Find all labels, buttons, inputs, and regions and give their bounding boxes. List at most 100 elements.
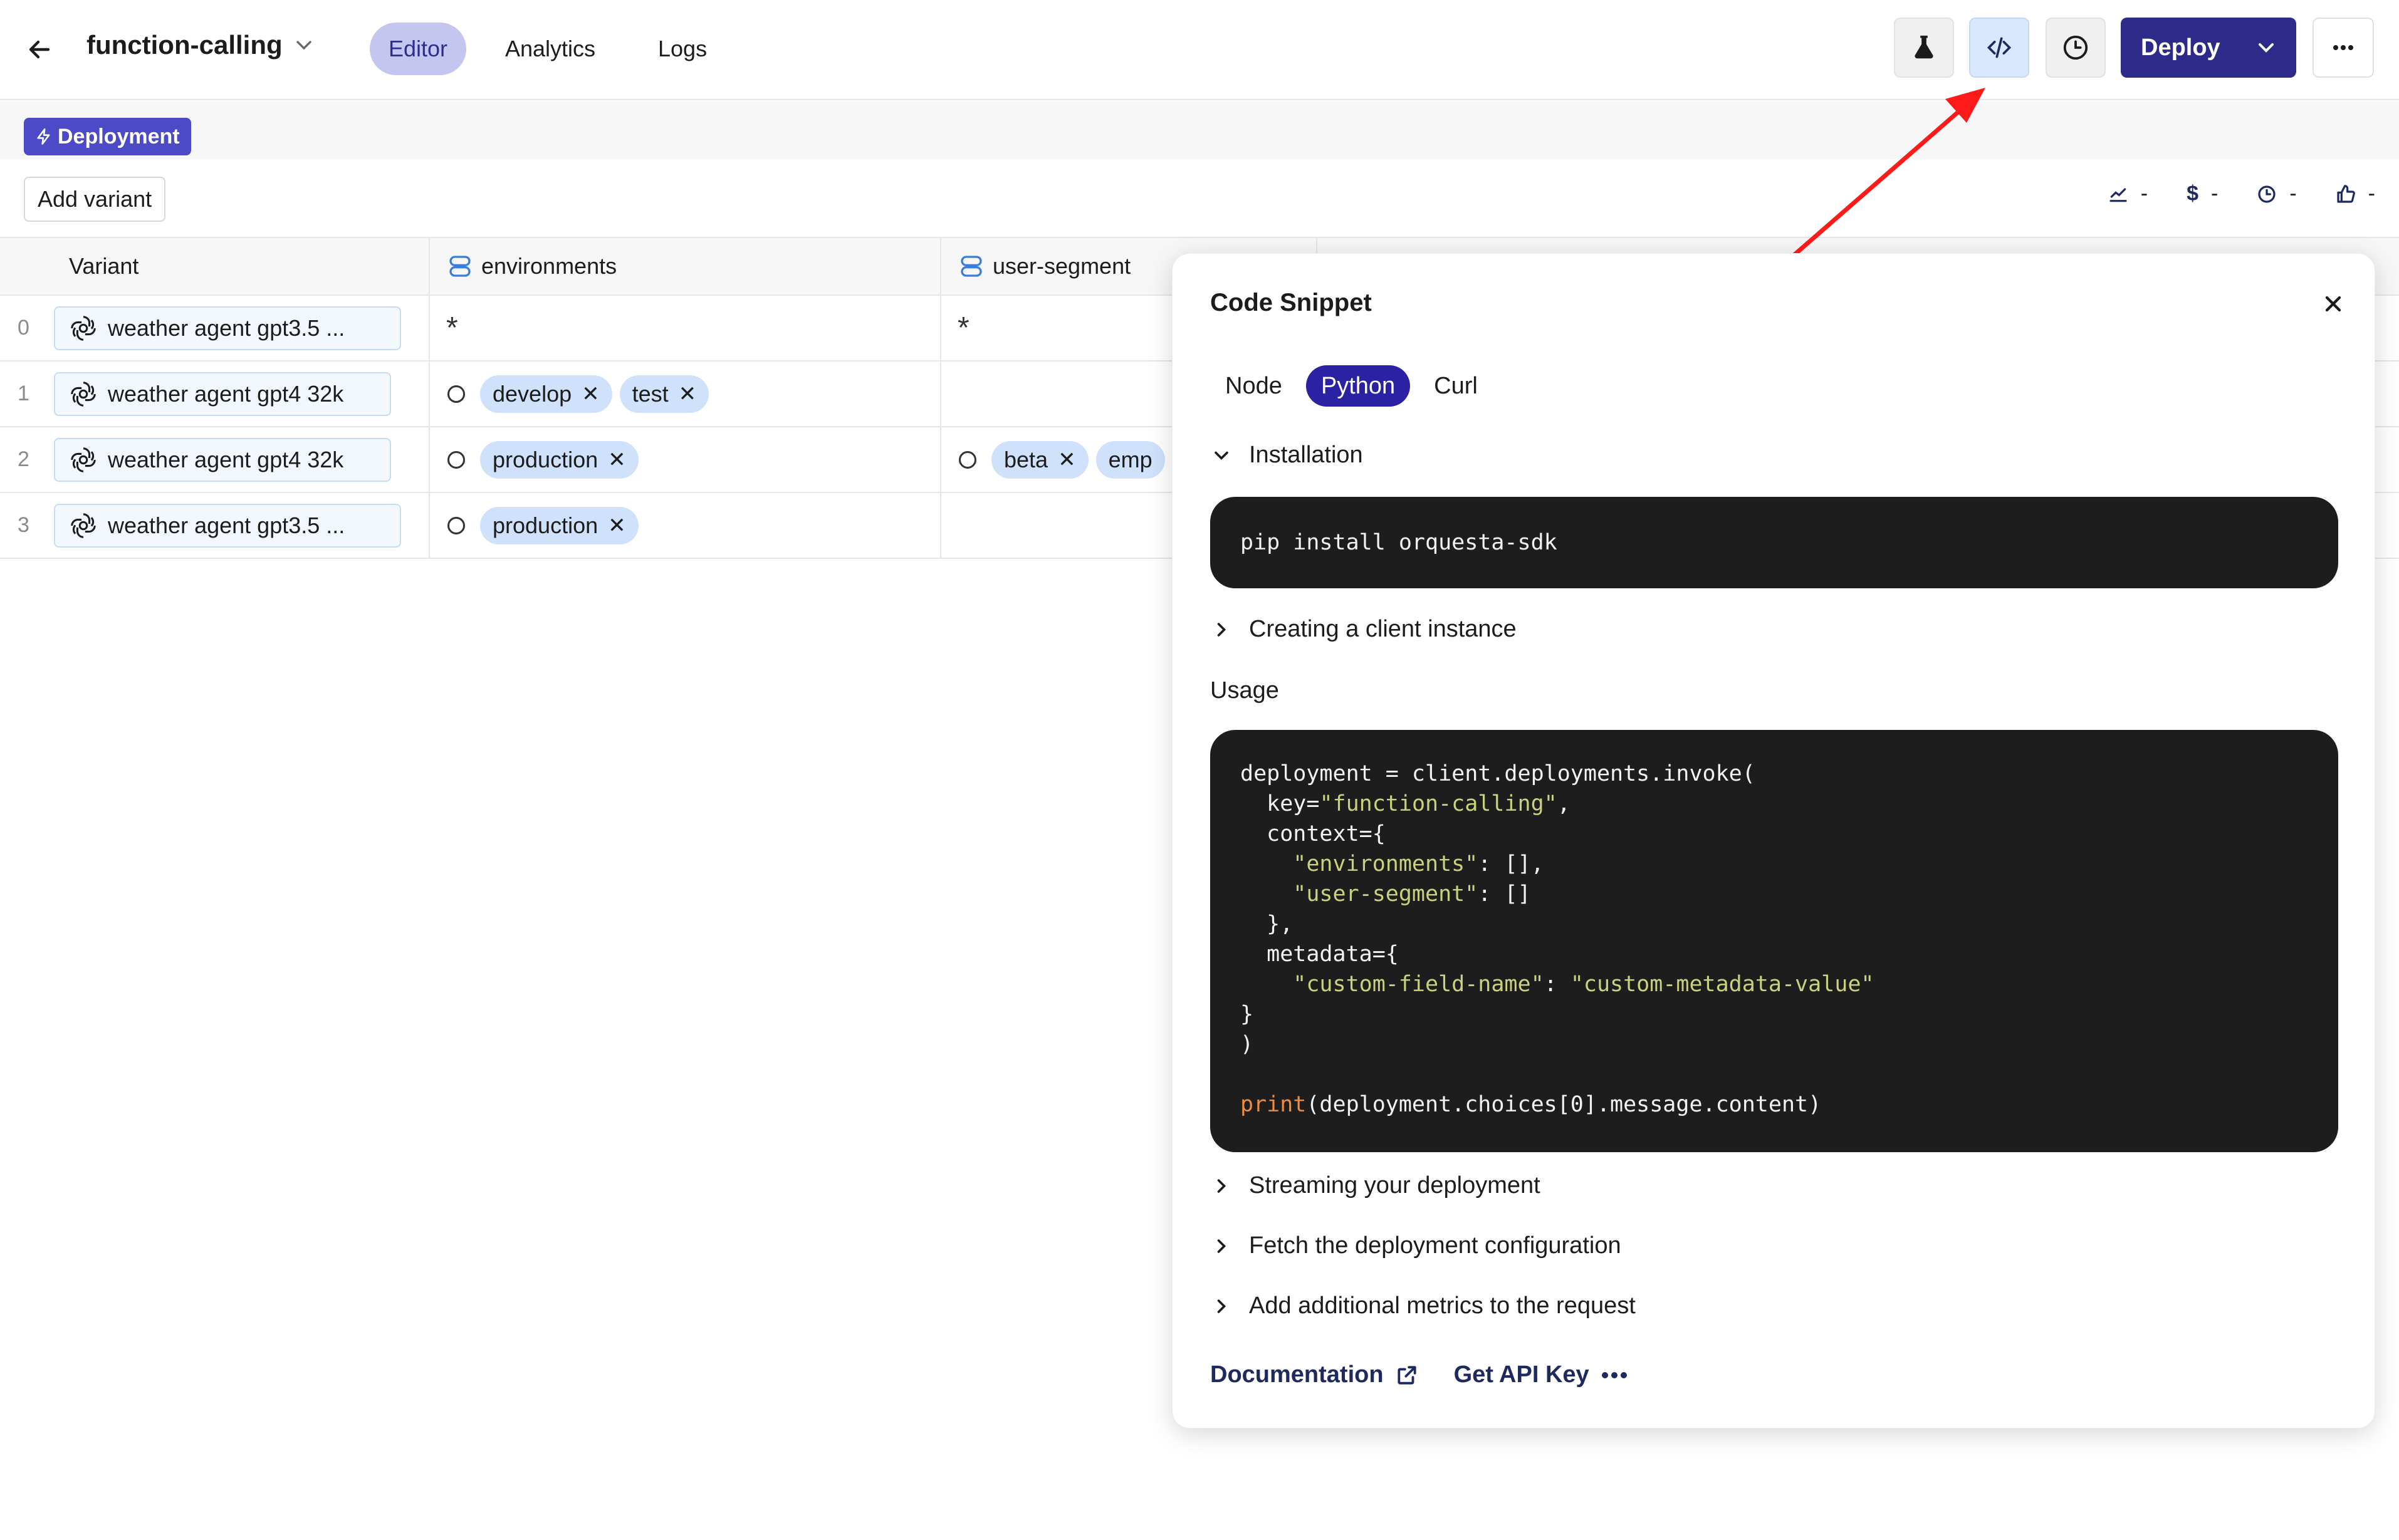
column-user-segment[interactable]: user-segment (959, 238, 1131, 294)
env-chip-label: production (493, 446, 598, 472)
code-line: "user-segment": [] (1240, 879, 2308, 909)
bolt-icon (37, 128, 50, 145)
sub-bar (0, 101, 2399, 159)
section-installation-label: Installation (1249, 442, 1363, 468)
code-text: (deployment.choices[0].message.content) (1306, 1092, 1822, 1117)
top-bar: function-calling Editor Analytics Logs D… (0, 0, 2399, 100)
metric-requests-value: - (2140, 182, 2148, 206)
variant-name: weather agent gpt4 32k (108, 380, 344, 407)
env-radio[interactable] (447, 385, 465, 403)
install-code-block: pip install orquesta-sdk (1210, 497, 2338, 588)
code-string: "function-calling" (1319, 791, 1557, 816)
section-installation[interactable]: Installation (1210, 442, 1363, 469)
row-index: 1 (18, 382, 29, 405)
get-api-key-label: Get API Key (1453, 1361, 1589, 1388)
openai-icon (71, 381, 96, 407)
deploy-dropdown[interactable] (2236, 18, 2296, 78)
popover-title: Code Snippet (1210, 289, 1372, 316)
database-icon (449, 256, 471, 277)
code-string: "custom-metadata-value" (1570, 972, 1874, 997)
env-chip: production ✕ (480, 506, 639, 544)
variant-pill[interactable]: weather agent gpt3.5 ... (54, 503, 401, 548)
deployment-title[interactable]: function-calling (86, 30, 316, 60)
variant-pill[interactable]: weather agent gpt3.5 ... (54, 306, 401, 350)
tab-node[interactable]: Node (1210, 365, 1297, 407)
documentation-link[interactable]: Documentation (1210, 1361, 1419, 1388)
env-any[interactable]: * (446, 296, 458, 360)
clock-icon (2258, 185, 2276, 203)
tab-curl[interactable]: Curl (1419, 365, 1493, 407)
chevron-right-icon (1217, 1178, 1226, 1193)
column-variant: Variant (69, 253, 139, 279)
playground-button[interactable] (1894, 18, 1954, 78)
code-text: , (1557, 791, 1571, 816)
close-icon[interactable]: ✕ (608, 513, 626, 538)
deployment-title-text: function-calling (86, 30, 283, 60)
section-additional-metrics[interactable]: Add additional metrics to the request (1210, 1293, 1636, 1319)
metric-latency-value: - (2289, 182, 2297, 206)
openai-icon (71, 315, 96, 341)
ellipsis-icon (2333, 45, 2353, 50)
tab-logs[interactable]: Logs (639, 23, 726, 75)
openai-icon (71, 512, 96, 538)
close-icon[interactable]: ✕ (1058, 447, 1076, 472)
tab-analytics[interactable]: Analytics (486, 23, 614, 75)
env-chip-label: test (632, 380, 669, 407)
segment-chip: emp (1095, 440, 1165, 479)
section-client-instance[interactable]: Creating a client instance (1210, 616, 1517, 643)
section-fetch-config-label: Fetch the deployment configuration (1249, 1232, 1621, 1259)
chevron-right-icon (1217, 1299, 1226, 1313)
history-button[interactable] (2046, 18, 2106, 78)
section-additional-metrics-label: Add additional metrics to the request (1249, 1293, 1636, 1319)
metric-feedback-value: - (2368, 182, 2375, 206)
chevron-right-icon (1217, 622, 1226, 637)
chart-icon (2109, 187, 2127, 202)
chevron-down-icon (296, 41, 311, 50)
deploy-button[interactable]: Deploy (2121, 18, 2296, 78)
env-radio[interactable] (447, 450, 465, 469)
segment-chip: beta ✕ (991, 440, 1089, 479)
code-line: context={ (1240, 821, 1386, 846)
segment-any[interactable]: * (958, 296, 970, 360)
close-icon[interactable]: ✕ (679, 382, 697, 407)
flask-icon (1915, 35, 1933, 59)
code-string: "custom-field-name" (1240, 972, 1544, 997)
segment-radio[interactable] (959, 450, 976, 469)
tab-python[interactable]: Python (1305, 365, 1411, 407)
external-link-icon (1397, 1365, 1416, 1385)
back-button[interactable] (19, 29, 60, 70)
add-variant-button[interactable]: Add variant (24, 177, 166, 222)
code-line: } (1240, 1002, 1254, 1027)
tab-editor[interactable]: Editor (370, 23, 467, 75)
env-chip: test ✕ (619, 375, 709, 413)
variant-pill[interactable]: weather agent gpt4 32k (54, 372, 391, 416)
metric-feedback: - (2336, 182, 2375, 206)
close-icon[interactable]: ✕ (608, 447, 626, 472)
code-line: key="function-calling", (1240, 789, 2308, 819)
more-options-button[interactable] (2313, 18, 2374, 78)
row-index: 2 (18, 447, 29, 471)
metric-cost: $ - (2187, 182, 2218, 206)
code-text: : (1544, 972, 1571, 997)
column-environments[interactable]: environments (447, 238, 617, 294)
language-tabs: Node Python Curl (1210, 365, 1493, 407)
code-line: "custom-field-name": "custom-metadata-va… (1240, 969, 2308, 999)
deploy-label: Deploy (2141, 34, 2220, 61)
section-fetch-config[interactable]: Fetch the deployment configuration (1210, 1232, 1621, 1259)
chevron-down-icon (2259, 43, 2274, 53)
get-api-key-link[interactable]: Get API Key (1454, 1361, 1628, 1388)
env-radio[interactable] (447, 516, 465, 534)
arrow-left-icon (29, 40, 50, 59)
variant-name: weather agent gpt3.5 ... (108, 512, 345, 538)
thumbs-up-icon (2337, 184, 2355, 203)
metric-latency: - (2257, 182, 2297, 206)
usage-code-block: deployment = client.deployments.invoke( … (1210, 730, 2338, 1152)
code-snippet-button[interactable] (1969, 18, 2029, 78)
env-chip: production ✕ (480, 440, 639, 479)
close-button[interactable] (2308, 279, 2358, 329)
column-environments-label: environments (481, 253, 617, 279)
variant-pill[interactable]: weather agent gpt4 32k (54, 437, 391, 482)
close-icon[interactable]: ✕ (582, 382, 600, 407)
section-streaming[interactable]: Streaming your deployment (1210, 1172, 1540, 1199)
